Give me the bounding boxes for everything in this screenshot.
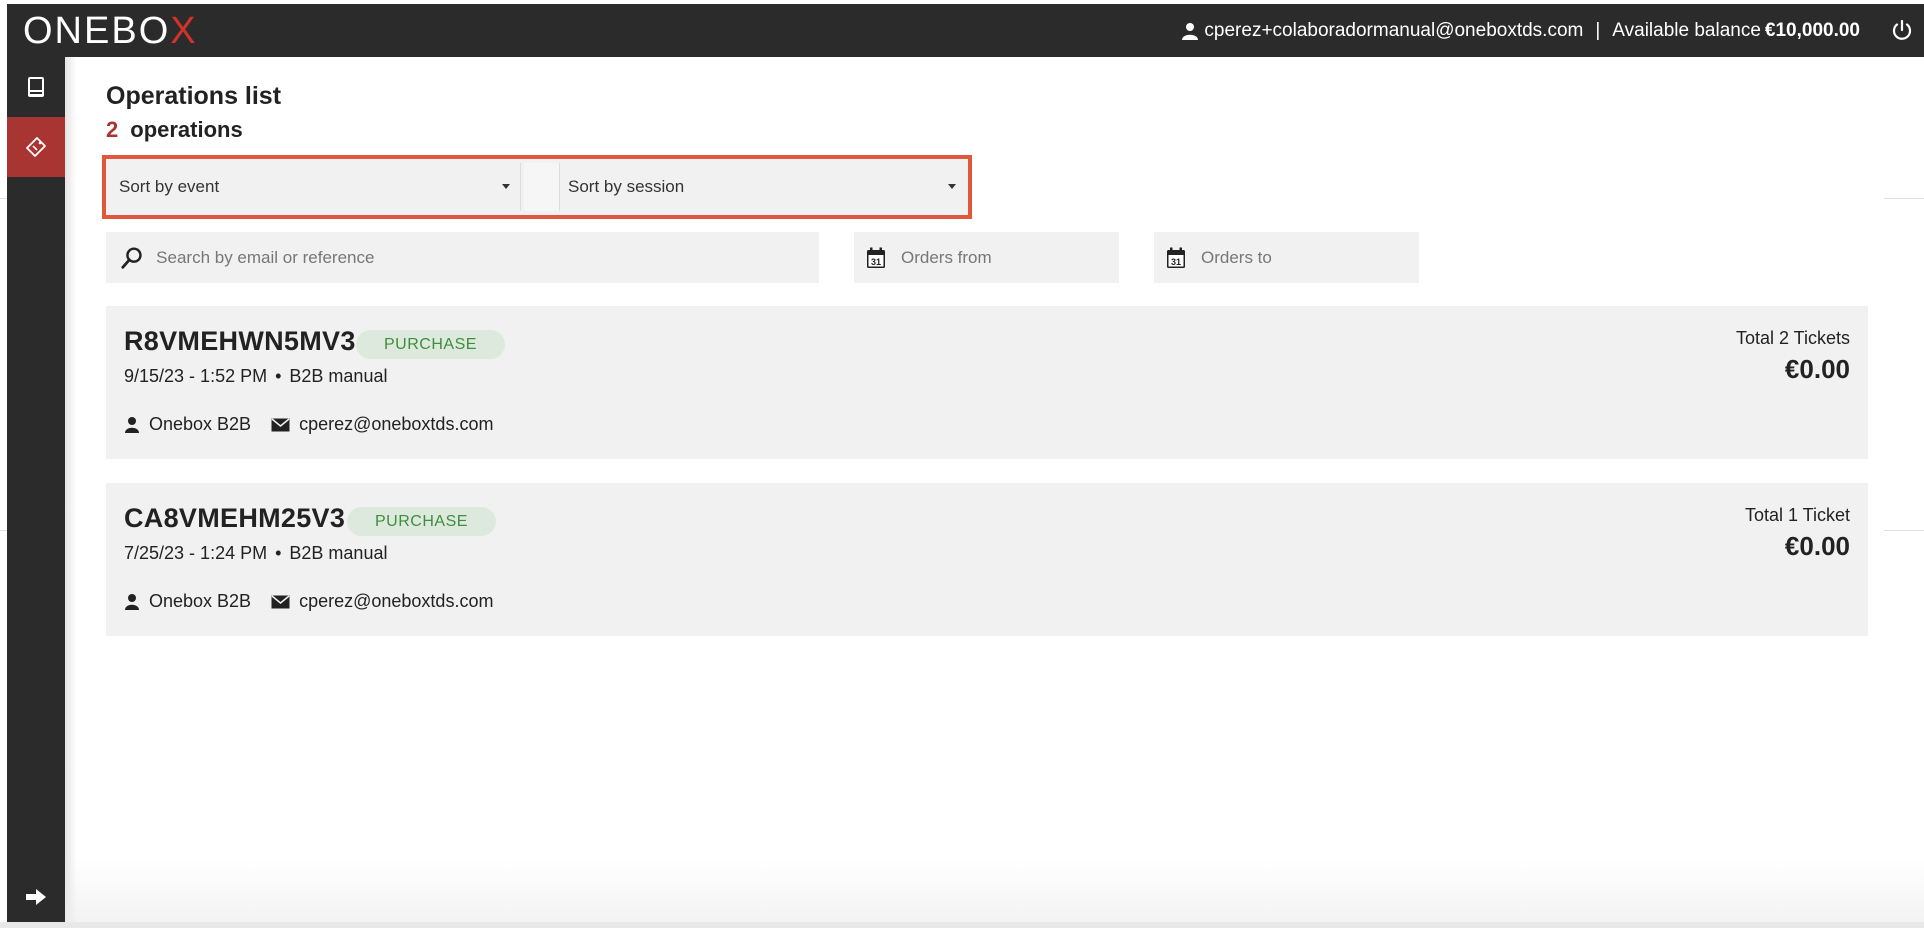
calendar-icon: 31 — [1167, 247, 1185, 268]
operations-count-label: operations — [130, 117, 243, 142]
search-input[interactable] — [156, 247, 819, 268]
sidebar-item-operations[interactable] — [7, 117, 65, 177]
operation-card[interactable]: CA8VMEHM25V3 PURCHASE 7/25/23 - 1:24 PM •… — [106, 483, 1868, 636]
operation-contact: Onebox B2B cperez@oneboxtds.com — [124, 414, 493, 435]
calendar-day-text: 31 — [871, 257, 881, 267]
account-info: cperez+colaboradormanual@oneboxtds.com |… — [1181, 4, 1924, 57]
content-shadow — [65, 57, 77, 922]
sort-controls: Sort by event Sort by session — [102, 155, 972, 219]
divider-line — [0, 198, 7, 199]
calendar-day-text: 31 — [1171, 257, 1181, 267]
sort-by-session-select[interactable]: Sort by session — [561, 163, 966, 211]
envelope-icon — [271, 594, 290, 609]
meta-bullet: • — [275, 366, 282, 386]
user-icon — [124, 416, 140, 434]
operation-card[interactable]: R8VMEHWN5MV3 PURCHASE 9/15/23 - 1:52 PM •… — [106, 306, 1868, 459]
divider-line — [1884, 198, 1924, 199]
operation-total-value: €0.00 — [1784, 531, 1850, 561]
power-icon[interactable] — [1890, 19, 1914, 43]
sidebar — [7, 57, 65, 922]
caret-down-icon — [948, 184, 956, 189]
operation-email: cperez@oneboxtds.com — [299, 414, 494, 434]
sort-by-event-label: Sort by event — [119, 177, 220, 196]
operation-datetime: 7/25/23 - 1:24 PM — [124, 543, 268, 563]
orders-from-field: 31 — [854, 232, 1119, 283]
calendar-icon: 31 — [867, 247, 885, 268]
operation-total-label: Total 1 Ticket — [1744, 505, 1850, 525]
arrow-right-icon — [26, 889, 46, 905]
operation-total-label: Total 2 Tickets — [1735, 328, 1850, 348]
bottom-fade — [65, 860, 1924, 922]
balance-label: Available balance — [1612, 19, 1761, 41]
operation-type-badge: PURCHASE — [356, 330, 505, 359]
user-email: cperez+colaboradormanual@oneboxtds.com — [1204, 19, 1584, 41]
user-icon — [1182, 22, 1199, 40]
user-icon — [124, 593, 140, 611]
sort-by-session-label: Sort by session — [568, 177, 685, 196]
operation-reference: CA8VMEHM25V3 — [124, 503, 346, 533]
header-separator: | — [1595, 19, 1601, 41]
operation-type-badge: PURCHASE — [347, 507, 496, 536]
divider-line — [0, 530, 7, 531]
sidebar-item-sales[interactable] — [7, 57, 65, 117]
search-icon — [121, 246, 142, 269]
operations-count-number: 2 — [106, 117, 119, 142]
logo-x: X — [170, 10, 198, 52]
operation-contact: Onebox B2B cperez@oneboxtds.com — [124, 591, 493, 612]
orders-from-input[interactable] — [901, 247, 1119, 268]
sort-by-event-select[interactable]: Sort by event — [114, 163, 521, 211]
operation-datetime: 9/15/23 - 1:52 PM — [124, 366, 268, 386]
collapse-sidebar-button[interactable] — [7, 872, 65, 922]
operation-total-value: €0.00 — [1784, 354, 1850, 384]
orders-to-input[interactable] — [1201, 247, 1419, 268]
operations-count: 2 operations — [106, 117, 243, 143]
meta-bullet: • — [275, 543, 282, 563]
orders-to-field: 31 — [1154, 232, 1419, 283]
top-bar: ONEBO X cperez+colaboradormanual@oneboxtd… — [7, 4, 1924, 57]
search-field — [106, 232, 819, 283]
operation-meta: 7/25/23 - 1:24 PM • B2B manual — [124, 543, 387, 564]
page-title: Operations list — [106, 82, 282, 110]
operation-channel: B2B manual — [289, 543, 388, 563]
logo-text: ONEBO — [23, 10, 171, 52]
operation-meta: 9/15/23 - 1:52 PM • B2B manual — [124, 366, 387, 387]
operation-channel: B2B manual — [289, 366, 388, 386]
caret-down-icon — [502, 184, 510, 189]
operation-client: Onebox B2B — [149, 414, 252, 434]
book-icon — [28, 77, 44, 97]
balance-value: €10,000.00 — [1764, 19, 1860, 41]
sort-divider — [524, 163, 560, 211]
ticket-icon — [26, 137, 46, 157]
operation-client: Onebox B2B — [149, 591, 252, 611]
frame-edge — [0, 0, 7, 928]
frame-edge — [0, 922, 1924, 928]
operation-reference: R8VMEHWN5MV3 — [124, 326, 356, 356]
operation-email: cperez@oneboxtds.com — [299, 591, 494, 611]
divider-line — [1884, 530, 1924, 531]
envelope-icon — [271, 417, 290, 432]
onebox-logo[interactable]: ONEBO X — [23, 10, 198, 52]
